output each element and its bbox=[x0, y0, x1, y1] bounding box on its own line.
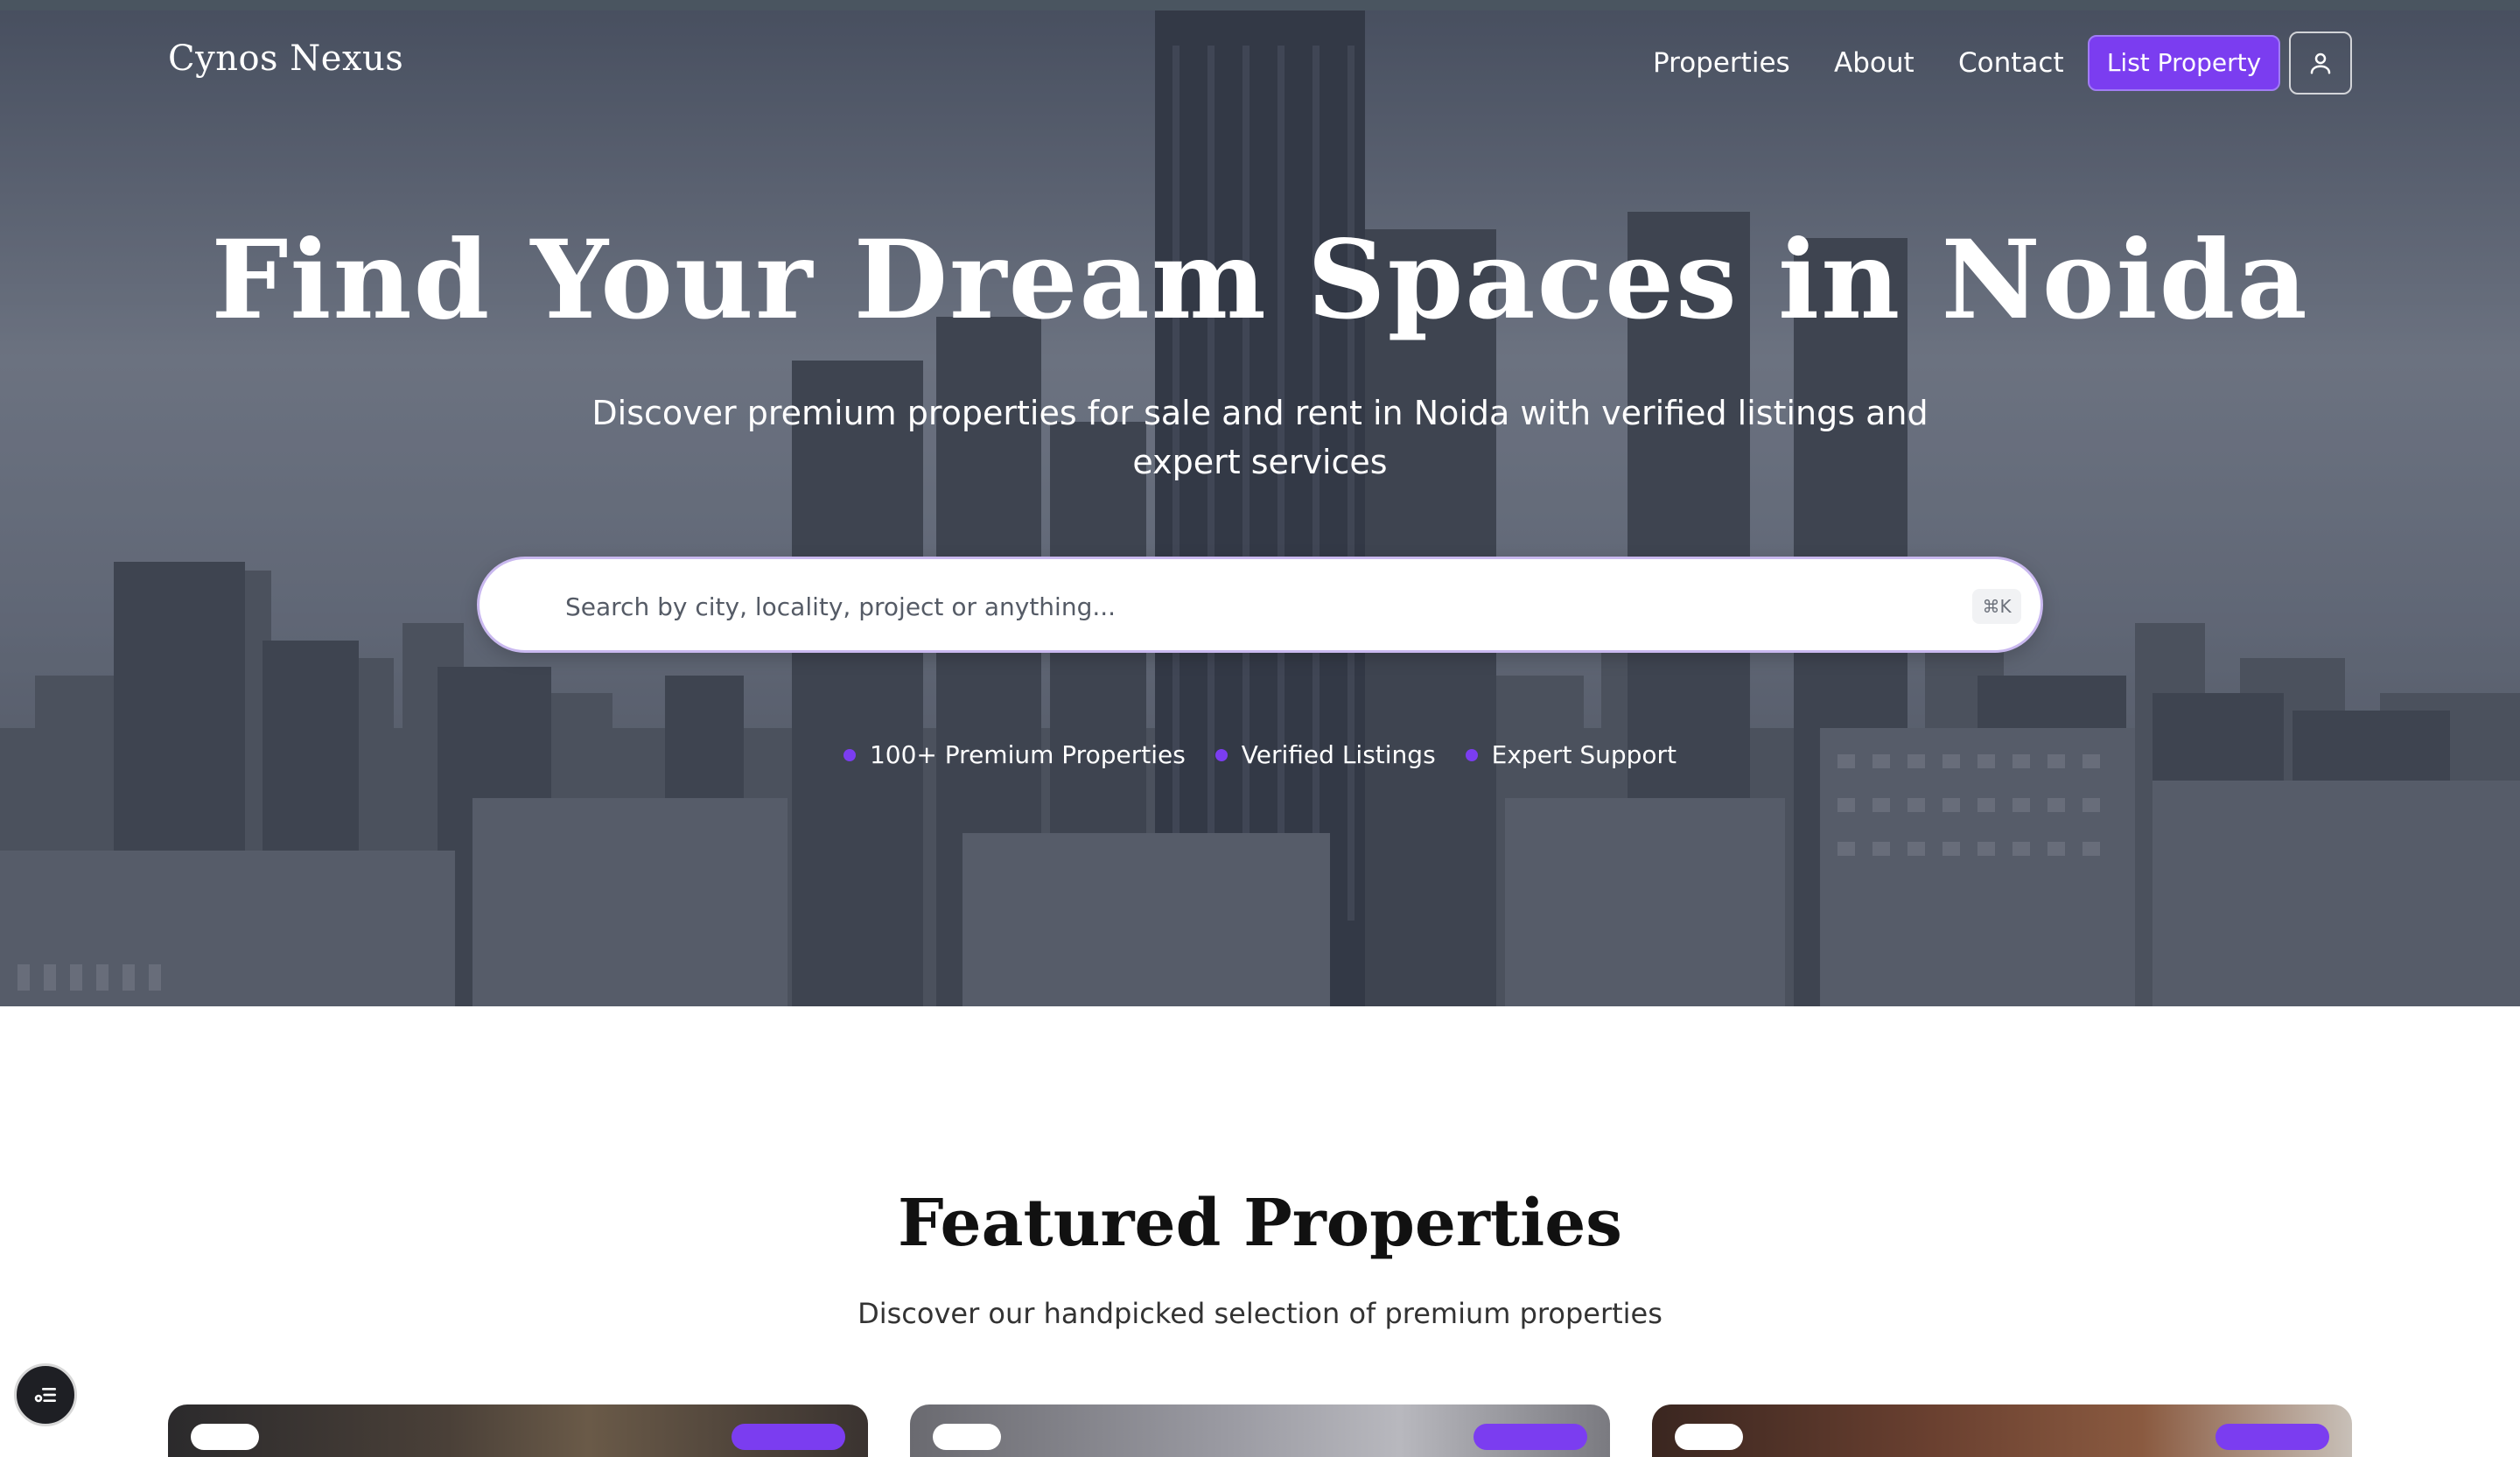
card-badge bbox=[1675, 1424, 1743, 1450]
top-edge-bar bbox=[0, 0, 2520, 11]
card-badge bbox=[191, 1424, 259, 1450]
hero-title: Find Your Dream Spaces in Noida bbox=[211, 217, 2309, 344]
property-card[interactable] bbox=[1652, 1404, 2352, 1457]
property-card[interactable] bbox=[910, 1404, 1610, 1457]
list-property-button[interactable]: List Property bbox=[2088, 35, 2280, 91]
nav-link-contact[interactable]: Contact bbox=[1958, 47, 2064, 79]
user-account-button[interactable] bbox=[2289, 32, 2352, 95]
search-bar[interactable]: ⌘K bbox=[477, 557, 2043, 653]
keyboard-shortcut-badge: ⌘K bbox=[1972, 589, 2021, 624]
card-tag bbox=[2216, 1424, 2329, 1450]
card-badge bbox=[933, 1424, 1001, 1450]
feature-item: Verified Listings bbox=[1214, 740, 1436, 769]
featured-section-subtitle: Discover our handpicked selection of pre… bbox=[858, 1297, 1662, 1330]
feature-item: 100+ Premium Properties bbox=[843, 740, 1186, 769]
feature-label: Verified Listings bbox=[1241, 740, 1436, 769]
floating-menu-button[interactable] bbox=[14, 1363, 77, 1426]
hero-section bbox=[0, 11, 2520, 1006]
card-tag bbox=[732, 1424, 845, 1450]
bullet-dot-icon bbox=[843, 748, 856, 761]
feature-label: Expert Support bbox=[1491, 740, 1677, 769]
hero-subtitle: Discover premium properties for sale and… bbox=[592, 394, 1928, 481]
hero-features: 100+ Premium Properties Verified Listing… bbox=[0, 740, 2520, 769]
property-card[interactable] bbox=[168, 1404, 868, 1457]
brand-logo[interactable]: Cynos Nexus bbox=[168, 39, 403, 79]
featured-section-title: Featured Properties bbox=[898, 1186, 1622, 1261]
search-input[interactable] bbox=[564, 585, 1880, 627]
nav-link-properties[interactable]: Properties bbox=[1653, 47, 1790, 79]
bullet-dot-icon bbox=[1465, 748, 1478, 761]
nav-link-about[interactable]: About bbox=[1834, 47, 1914, 79]
menu-list-icon bbox=[34, 1388, 56, 1403]
user-icon bbox=[2310, 53, 2331, 74]
feature-label: 100+ Premium Properties bbox=[869, 740, 1186, 769]
bullet-dot-icon bbox=[1214, 748, 1228, 761]
hero-overlay bbox=[0, 11, 2520, 1006]
card-tag bbox=[1474, 1424, 1587, 1450]
feature-item: Expert Support bbox=[1465, 740, 1677, 769]
